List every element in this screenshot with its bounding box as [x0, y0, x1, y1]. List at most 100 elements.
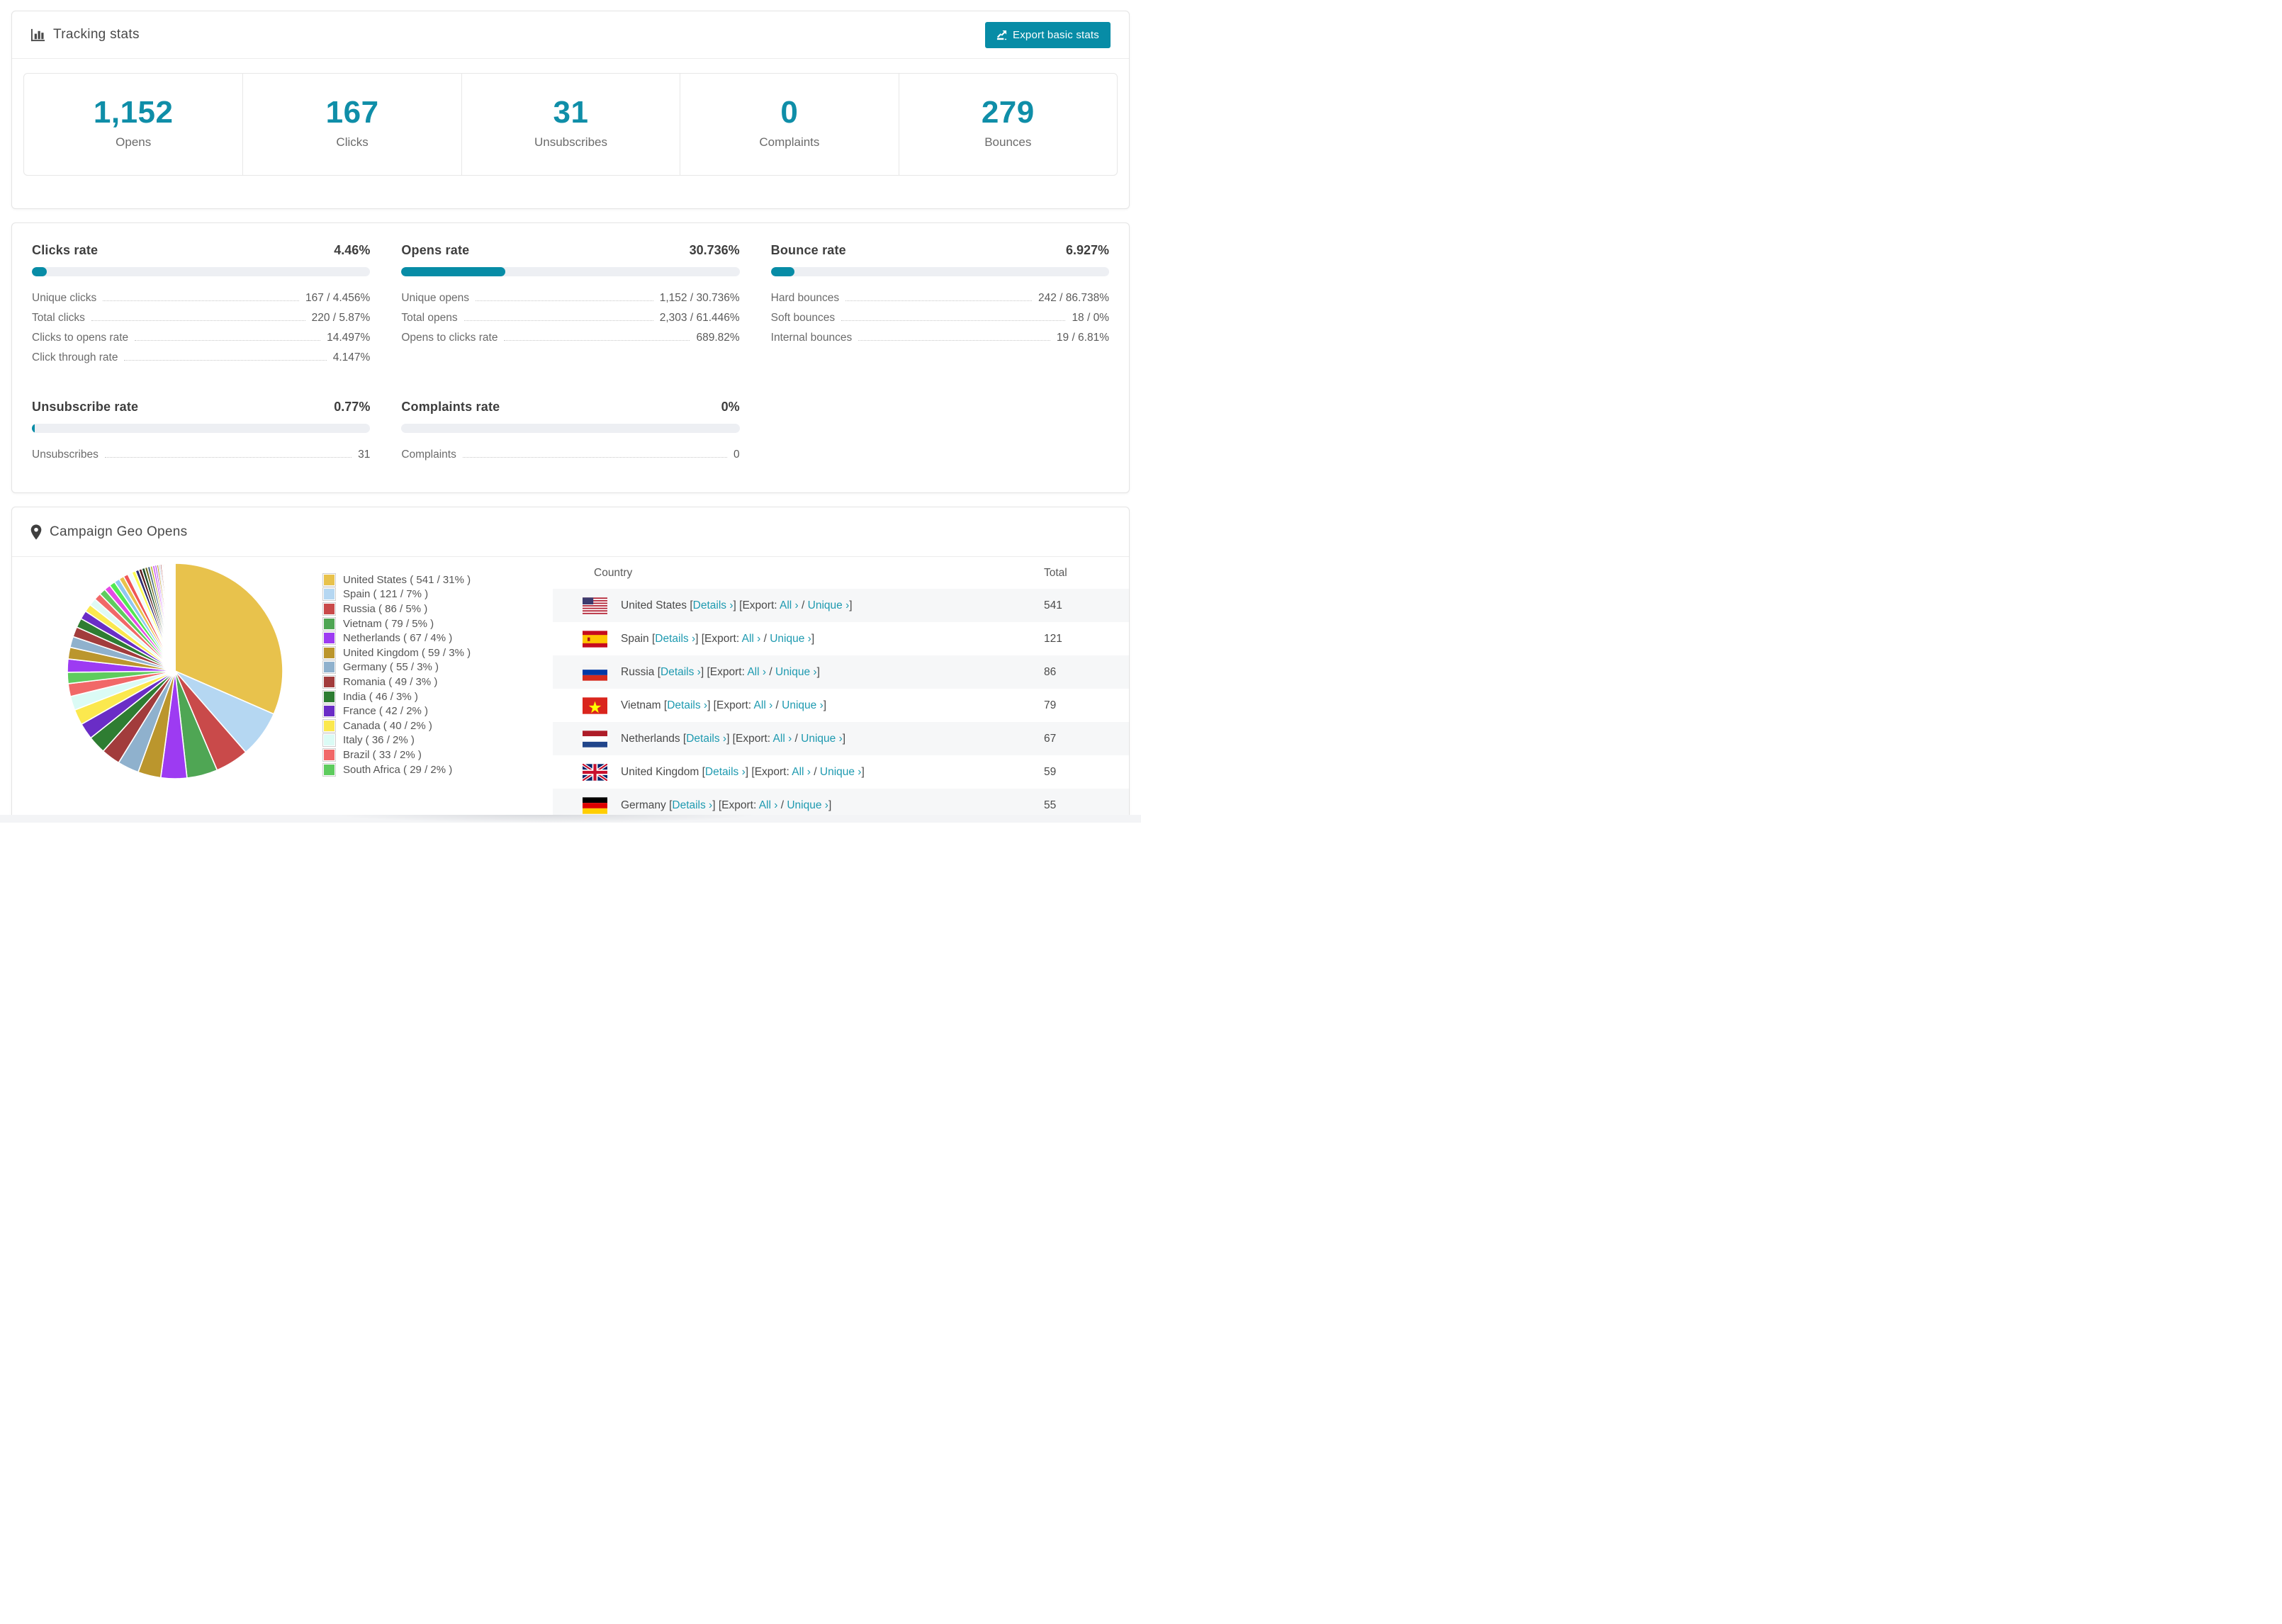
rate-detail-label: Unique opens [401, 292, 469, 304]
dotted-leader [858, 340, 1050, 341]
rate-detail-value: 0 [734, 449, 740, 461]
rate-detail-label: Unique clicks [32, 292, 97, 304]
rate-title: Unsubscribe rate [32, 400, 139, 414]
legend-item[interactable]: Russia ( 86 / 5% ) [322, 602, 471, 616]
rate-title: Opens rate [401, 243, 470, 257]
rate-detail-row: Unsubscribes 31 [32, 449, 370, 468]
legend-item[interactable]: Canada ( 40 / 2% ) [322, 718, 471, 733]
legend-item[interactable]: Romania ( 49 / 3% ) [322, 675, 471, 689]
dotted-leader [476, 300, 653, 301]
export-basic-stats-button[interactable]: Export basic stats [985, 21, 1111, 48]
legend-label: South Africa ( 29 / 2% ) [343, 763, 453, 776]
export-all-link[interactable]: All › [792, 766, 811, 778]
stat-value: 1,152 [93, 95, 174, 130]
legend-label: United Kingdom ( 59 / 3% ) [343, 646, 471, 659]
rate-detail-row: Total opens 2,303 / 61.446% [401, 312, 739, 332]
export-unique-link[interactable]: Unique › [787, 799, 828, 811]
export-label: Export: [721, 799, 757, 811]
rate-progress-track [770, 267, 1109, 276]
details-link[interactable]: Details › [661, 666, 701, 678]
rate-value: 30.736% [689, 243, 740, 257]
details-link[interactable]: Details › [672, 799, 712, 811]
export-label: Export: [742, 599, 777, 611]
summary-stat-opens: 1,152 Opens [24, 74, 242, 175]
rate-block-opens-rate: Opens rate 30.736% Unique opens 1,152 / … [401, 243, 740, 371]
dotted-leader [841, 320, 1066, 321]
rate-detail-row: Click through rate 4.147% [32, 351, 370, 371]
column-header-country: Country [594, 566, 633, 579]
table-row-nl: Netherlands [Details ›] [Export: All › /… [553, 722, 1129, 755]
legend-label: United States ( 541 / 31% ) [343, 573, 471, 586]
country-cell: Russia [Details ›] [Export: All › / Uniq… [621, 665, 820, 678]
export-all-link[interactable]: All › [742, 633, 761, 645]
rate-detail-label: Opens to clicks rate [401, 332, 498, 344]
export-unique-link[interactable]: Unique › [775, 666, 817, 678]
legend-color-swatch [322, 602, 336, 616]
rate-detail-row: Complaints 0 [401, 449, 739, 468]
legend-item[interactable]: United States ( 541 / 31% ) [322, 573, 471, 587]
legend-item[interactable]: Germany ( 55 / 3% ) [322, 660, 471, 675]
us-flag-icon [583, 597, 607, 614]
legend-item[interactable]: Vietnam ( 79 / 5% ) [322, 616, 471, 631]
total-cell: 121 [1044, 632, 1062, 645]
rate-detail-value: 167 / 4.456% [305, 292, 371, 304]
rate-progress-fill [401, 267, 506, 276]
export-unique-link[interactable]: Unique › [808, 599, 850, 611]
details-link[interactable]: Details › [705, 766, 746, 778]
rate-progress-fill [32, 267, 47, 276]
details-link[interactable]: Details › [693, 599, 734, 611]
export-unique-link[interactable]: Unique › [782, 699, 824, 711]
legend-label: Russia ( 86 / 5% ) [343, 602, 428, 615]
geo-title-label: Campaign Geo Opens [50, 524, 188, 539]
legend-item[interactable]: South Africa ( 29 / 2% ) [322, 762, 471, 777]
total-cell: 79 [1044, 699, 1057, 711]
country-name: Vietnam [621, 699, 664, 711]
rate-detail-value: 220 / 5.87% [311, 312, 371, 324]
country-name: Spain [621, 632, 652, 645]
rate-detail-label: Hard bounces [770, 292, 840, 304]
table-row-es: Spain [Details ›] [Export: All › / Uniqu… [553, 622, 1129, 655]
rate-detail-label: Soft bounces [770, 312, 836, 324]
legend-label: Canada ( 40 / 2% ) [343, 719, 432, 732]
export-all-link[interactable]: All › [754, 699, 773, 711]
pie-slice[interactable] [174, 563, 176, 672]
bar-chart-icon [30, 28, 45, 43]
legend-item[interactable]: Italy ( 36 / 2% ) [322, 733, 471, 748]
rate-detail-row: Internal bounces 19 / 6.81% [771, 332, 1109, 351]
geo-opens-table: Country Total United States [Details ›] … [553, 557, 1129, 818]
ru-flag-icon [583, 663, 607, 681]
rate-value: 0.77% [334, 400, 371, 414]
country-cell: Netherlands [Details ›] [Export: All › /… [621, 732, 846, 745]
details-link[interactable]: Details › [655, 633, 695, 645]
rate-detail-row: Hard bounces 242 / 86.738% [771, 292, 1109, 312]
legend-item[interactable]: India ( 46 / 3% ) [322, 689, 471, 704]
tracking-stats-title: Tracking stats [30, 27, 140, 43]
legend-item[interactable]: United Kingdom ( 59 / 3% ) [322, 645, 471, 660]
export-all-link[interactable]: All › [747, 666, 766, 678]
export-all-link[interactable]: All › [773, 733, 792, 745]
rate-detail-row: Unique opens 1,152 / 30.736% [401, 292, 739, 312]
export-unique-link[interactable]: Unique › [801, 733, 843, 745]
geo-opens-pie-chart[interactable] [65, 561, 285, 781]
rate-detail-label: Complaints [401, 449, 456, 461]
rate-title: Clicks rate [32, 243, 99, 257]
rate-detail-value: 242 / 86.738% [1038, 292, 1109, 304]
legend-item[interactable]: France ( 42 / 2% ) [322, 704, 471, 718]
dotted-leader [463, 320, 653, 321]
details-link[interactable]: Details › [686, 733, 726, 745]
rate-progress-track [401, 424, 740, 433]
rate-title: Complaints rate [401, 400, 500, 414]
legend-item[interactable]: Spain ( 121 / 7% ) [322, 587, 471, 602]
legend-item[interactable]: Netherlands ( 67 / 4% ) [322, 631, 471, 645]
country-cell: Vietnam [Details ›] [Export: All › / Uni… [621, 699, 827, 711]
export-all-link[interactable]: All › [759, 799, 778, 811]
nl-flag-icon [583, 730, 607, 748]
legend-item[interactable]: Brazil ( 33 / 2% ) [322, 748, 471, 762]
legend-color-swatch [322, 573, 336, 587]
export-unique-link[interactable]: Unique › [770, 633, 811, 645]
export-all-link[interactable]: All › [780, 599, 799, 611]
dotted-leader [845, 300, 1033, 301]
export-unique-link[interactable]: Unique › [820, 766, 862, 778]
details-link[interactable]: Details › [667, 699, 707, 711]
rate-block-clicks-rate: Clicks rate 4.46% Unique clicks 167 / 4.… [32, 243, 371, 371]
